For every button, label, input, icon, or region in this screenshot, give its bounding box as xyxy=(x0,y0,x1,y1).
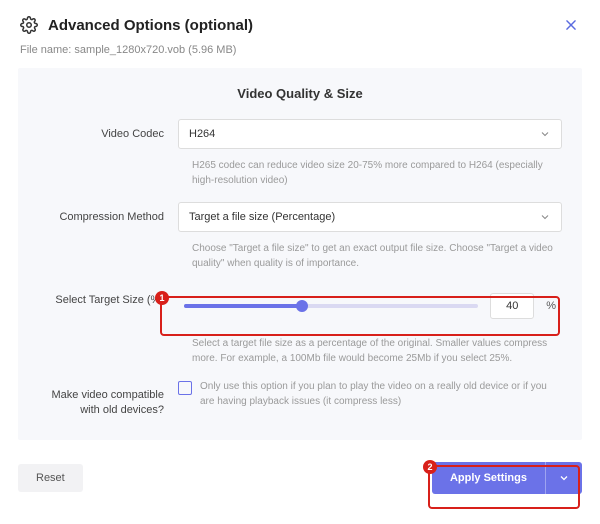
file-label: File name: xyxy=(20,44,71,56)
target-size-slider[interactable] xyxy=(184,304,478,308)
gear-icon xyxy=(20,16,38,34)
codec-select[interactable]: H264 xyxy=(178,119,562,149)
section-title: Video Quality & Size xyxy=(18,68,582,119)
method-label: Compression Method xyxy=(38,202,178,225)
method-select[interactable]: Target a file size (Percentage) xyxy=(178,202,562,232)
target-size-input[interactable] xyxy=(490,293,534,319)
compat-label: Make video compatible with old devices? xyxy=(38,380,178,418)
codec-label: Video Codec xyxy=(38,119,178,142)
method-help: Choose "Target a file size" to get an ex… xyxy=(18,236,582,285)
method-value: Target a file size (Percentage) xyxy=(189,211,335,223)
file-name: sample_1280x720.vob (5.96 MB) xyxy=(74,44,236,56)
target-label: Select Target Size (%) xyxy=(38,285,178,308)
target-help: Select a target file size as a percentag… xyxy=(18,331,582,380)
codec-value: H264 xyxy=(189,128,215,140)
compat-help: Only use this option if you plan to play… xyxy=(200,380,562,409)
codec-help: H265 codec can reduce video size 20-75% … xyxy=(18,153,582,202)
close-icon[interactable] xyxy=(564,18,578,32)
chevron-down-icon xyxy=(558,472,570,484)
slider-thumb[interactable] xyxy=(296,300,308,312)
compat-checkbox[interactable] xyxy=(178,381,192,395)
apply-button[interactable]: Apply Settings xyxy=(432,462,545,494)
chevron-down-icon xyxy=(539,128,551,140)
page-title: Advanced Options (optional) xyxy=(48,17,253,34)
file-info: File name: sample_1280x720.vob (5.96 MB) xyxy=(0,44,600,68)
apply-button-group: Apply Settings xyxy=(432,462,582,494)
reset-button[interactable]: Reset xyxy=(18,464,83,492)
percent-sign: % xyxy=(546,300,556,312)
apply-dropdown-button[interactable] xyxy=(545,462,582,494)
chevron-down-icon xyxy=(539,211,551,223)
